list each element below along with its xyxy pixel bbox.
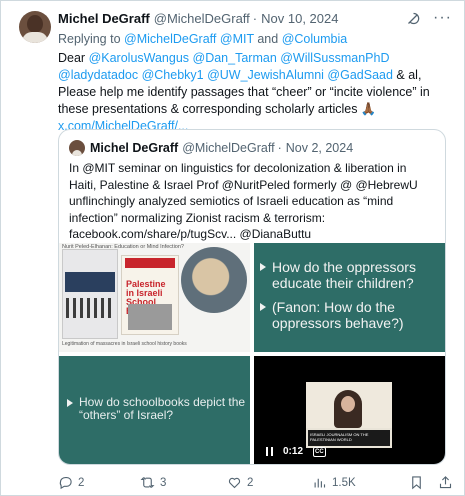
author-handle[interactable]: @MichelDeGraff [154, 11, 250, 27]
reply-context: Replying to @MichelDeGraff @MIT and @Col… [58, 31, 452, 47]
quote-author-name: Michel DeGraff [90, 141, 179, 155]
right-actions [409, 475, 453, 490]
slide-bullet: How do schoolbooks depict the “others” o… [67, 396, 247, 422]
video-controls: 0:12 CC [266, 446, 326, 457]
separator: · [252, 11, 258, 26]
book-photo [128, 304, 172, 330]
reply-prefix: Replying to [58, 32, 121, 46]
image-caption: Legitimation of massacres in Israeli sch… [62, 341, 187, 347]
reply-count: 2 [78, 476, 85, 489]
reply-button[interactable]: 2 [58, 475, 140, 490]
quoted-tweet[interactable]: Michel DeGraff @MichelDeGraff · Nov 2, 2… [58, 129, 446, 465]
slide-bullet: How do the oppressors educate their chil… [260, 259, 445, 291]
reply-icon [59, 476, 72, 490]
author-avatar[interactable] [19, 11, 51, 43]
video-frame: ISRAELI JOURNALISM ON THE PALESTINIAN WO… [306, 382, 392, 448]
reply-mention[interactable]: @MichelDeGraff [124, 32, 216, 46]
views-icon [314, 478, 326, 488]
video-caption: ISRAELI JOURNALISM ON THE PALESTINIAN WO… [308, 430, 390, 446]
tweet-header: Michel DeGraff @MichelDeGraff · Nov 10, … [58, 10, 452, 27]
tweet-text: Dear @KarolusWangus @Dan_Tarman @WillSus… [58, 50, 452, 135]
portrait-photo [181, 247, 247, 313]
author-name[interactable]: Michel DeGraff [58, 11, 150, 27]
like-count: 2 [247, 476, 254, 489]
quote-date: Nov 2, 2024 [285, 141, 354, 155]
video-face [341, 396, 355, 412]
grok-icon[interactable] [406, 11, 421, 26]
repost-count: 3 [160, 476, 167, 489]
cc-icon[interactable]: CC [313, 446, 326, 457]
like-button[interactable]: 2 [227, 475, 312, 490]
views-count: 1.5K [332, 476, 356, 489]
header-icons: ··· [406, 10, 452, 26]
text-dear: Dear [58, 51, 86, 65]
slide-line-1: How do the oppressors educate their chil… [272, 259, 416, 291]
book-cover-left [62, 249, 118, 339]
separator: · [277, 141, 282, 155]
media-slide-oppressors[interactable]: How do the oppressors educate their chil… [254, 243, 445, 352]
bullet-icon [260, 263, 266, 271]
repost-icon [140, 477, 155, 488]
like-icon [228, 477, 241, 489]
media-video[interactable]: ISRAELI JOURNALISM ON THE PALESTINIAN WO… [254, 356, 445, 464]
tweet-body: Michel DeGraff @MichelDeGraff · Nov 10, … [58, 10, 452, 135]
views-button[interactable]: 1.5K [312, 475, 400, 490]
avatar-shirt [22, 32, 48, 43]
tweet-date[interactable]: Nov 10, 2024 [261, 11, 338, 27]
slide-text: How do schoolbooks depict the “others” o… [79, 395, 246, 422]
quote-avatar [69, 140, 85, 156]
book-band [65, 272, 115, 292]
pause-icon[interactable] [266, 447, 273, 456]
repost-button[interactable]: 3 [140, 475, 227, 490]
share-icon[interactable] [438, 475, 453, 490]
bullet-icon [260, 303, 266, 311]
bookmark-icon[interactable] [409, 475, 424, 490]
bullet-icon [67, 399, 73, 407]
media-grid: Nurit Peled-Elhanan: Education or Mind I… [59, 243, 445, 464]
media-image-books[interactable]: Nurit Peled-Elhanan: Education or Mind I… [59, 243, 250, 352]
quote-author-handle: @MichelDeGraff [182, 141, 275, 155]
book-cover-right: Palestine in Israeli School Books [121, 255, 179, 335]
video-time: 0:12 [283, 446, 304, 457]
tweet[interactable]: Michel DeGraff @MichelDeGraff · Nov 10, … [0, 0, 465, 496]
media-slide-schoolbooks[interactable]: How do schoolbooks depict the “others” o… [59, 356, 250, 464]
more-icon[interactable]: ··· [433, 10, 452, 26]
reply-and: and [257, 32, 279, 46]
slide-line-2: (Fanon: How do the oppressors behave?) [272, 299, 404, 331]
book-figures [66, 298, 114, 318]
book-header-band [125, 258, 175, 268]
slide-bullet: (Fanon: How do the oppressors behave?) [260, 299, 445, 331]
action-bar: 2 3 2 1.5K [58, 475, 453, 490]
quote-header: Michel DeGraff @MichelDeGraff · Nov 2, 2… [59, 130, 445, 156]
mentions[interactable]: @KarolusWangus @Dan_Tarman @WillSussmanP… [58, 51, 393, 82]
quote-text: In @MIT seminar on linguistics for decol… [69, 161, 418, 241]
reply-mention[interactable]: @MIT [220, 32, 254, 46]
reply-mention[interactable]: @Columbia [282, 32, 348, 46]
avatar-face [27, 15, 43, 33]
